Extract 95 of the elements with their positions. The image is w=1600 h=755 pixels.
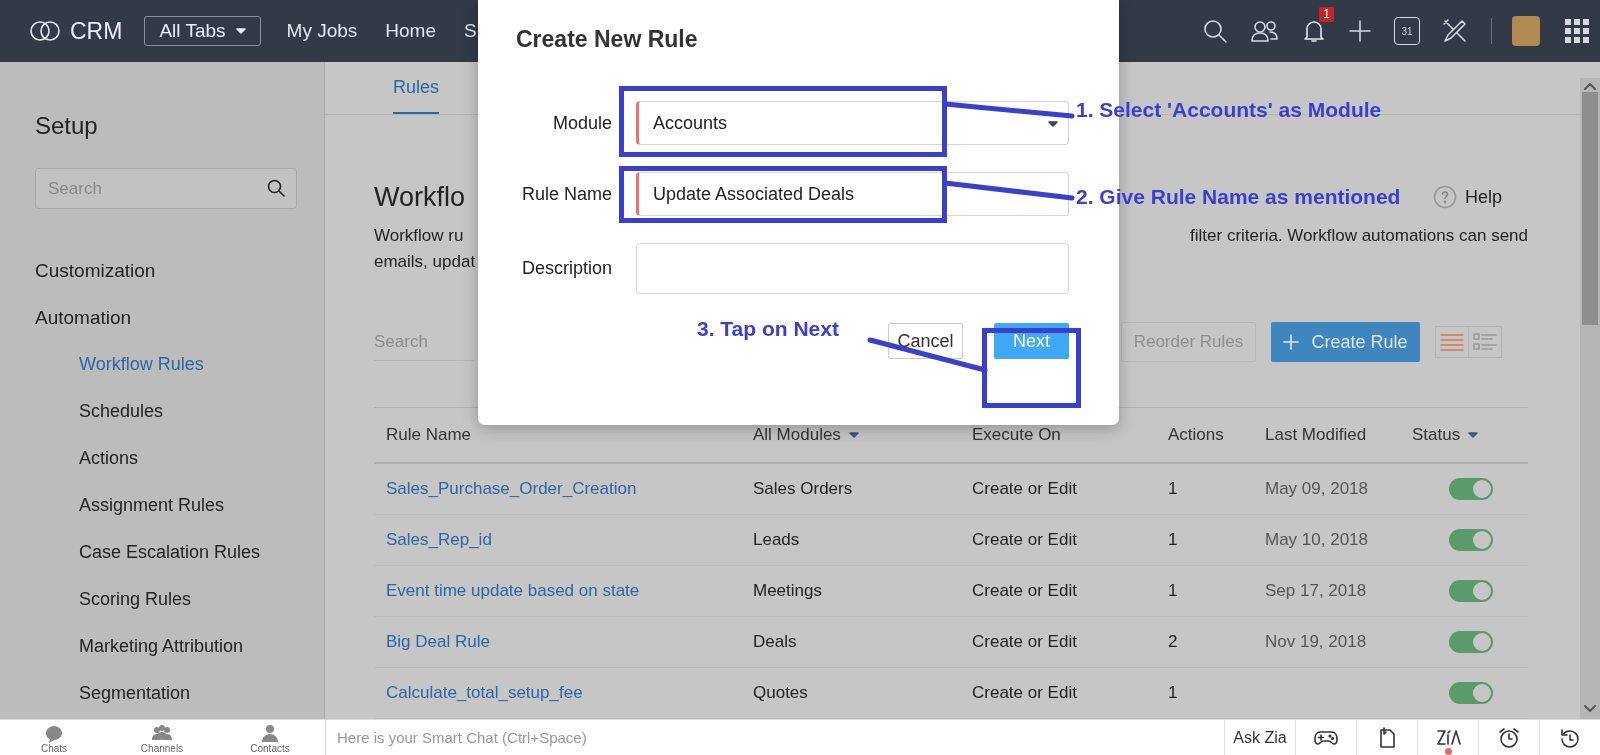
nav-link[interactable]: Home (385, 20, 436, 42)
nav-link[interactable]: S (464, 20, 477, 42)
description-text: Workflow ru (374, 225, 465, 247)
notification-badge: 1 (1319, 7, 1334, 22)
alarm-clock-icon (1496, 725, 1522, 750)
help-link[interactable]: Help (1464, 186, 1502, 208)
rule-name-link[interactable]: Sales_Purchase_Order_Creation (386, 479, 637, 499)
input-field[interactable]: Update Associated Deals (636, 172, 1069, 216)
table-cell: May 09, 2018 (1265, 479, 1368, 499)
chats-icon (43, 723, 65, 743)
table-cell: Deals (753, 632, 797, 652)
sidebar-item[interactable]: Scoring Rules (35, 576, 297, 623)
annotation-text: 2. Give Rule Name as mentioned (1076, 185, 1401, 209)
status-toggle[interactable] (1449, 631, 1493, 653)
search-icon (267, 179, 285, 197)
table-cell: May 10, 2018 (1265, 530, 1368, 550)
list-view-icon (1439, 331, 1465, 353)
chat-tab[interactable]: Chats (0, 720, 108, 755)
column-header[interactable]: Actions (1168, 425, 1224, 445)
rule-name-link[interactable]: Event time update based on state (386, 581, 640, 601)
caret-icon (848, 432, 859, 438)
app-name: CRM (70, 17, 123, 45)
caret-icon (1468, 432, 1479, 438)
annotation-text: 1. Select 'Accounts' as Module (1076, 98, 1382, 122)
module-dropdown[interactable]: Accounts (636, 101, 1069, 145)
bell-icon[interactable] (1302, 18, 1326, 44)
table-cell: 1 (1168, 581, 1178, 601)
table-cell: Create or Edit (972, 683, 1077, 703)
chat-tab[interactable]: Contacts (216, 720, 324, 755)
sidebar-item[interactable]: Actions (35, 435, 297, 482)
field-label: Rule Name (520, 183, 612, 205)
field-label: Module (551, 112, 612, 134)
sidebar-item[interactable]: Segmentation (35, 670, 297, 717)
search-field[interactable]: Search (35, 168, 297, 209)
contacts-icon (259, 723, 281, 743)
caret-icon (235, 28, 246, 34)
table-cell: 1 (1168, 530, 1178, 550)
caret-icon (1048, 121, 1058, 127)
search-field[interactable]: Search (374, 323, 474, 361)
plus-icon[interactable] (1348, 19, 1372, 43)
page-heading: Workflo (374, 181, 466, 213)
dialog-title: Create New Rule (516, 26, 699, 53)
sidebar-item[interactable]: Automation (35, 294, 297, 341)
column-header[interactable]: Last Modified (1265, 425, 1367, 445)
column-header[interactable]: All Modules (753, 425, 859, 445)
column-header[interactable]: Status (1412, 425, 1479, 445)
channels-icon (151, 723, 173, 743)
table-cell: Nov 19, 2018 (1265, 632, 1367, 652)
status-toggle[interactable] (1449, 682, 1493, 704)
chevron-up-icon (1584, 82, 1596, 90)
all-tabs-dropdown[interactable]: All Tabs (144, 16, 261, 46)
nav-link[interactable]: My Jobs (286, 20, 358, 42)
table-cell: 2 (1168, 632, 1178, 652)
logo-icon (28, 18, 62, 44)
search-icon[interactable] (1202, 18, 1228, 44)
table-cell: 1 (1168, 683, 1178, 703)
plus-icon (1283, 334, 1300, 350)
table-cell: Meetings (753, 581, 822, 601)
people-icon[interactable] (1250, 18, 1280, 44)
ask-zia-button[interactable]: Ask Zia (1224, 720, 1295, 755)
table-cell: Create or Edit (972, 581, 1077, 601)
apps-grid-icon[interactable] (1565, 19, 1589, 43)
cancel-button[interactable]: Cancel (888, 323, 963, 359)
sidebar-item[interactable]: Marketing Attribution (35, 623, 297, 670)
sidebar-item[interactable]: Case Escalation Rules (35, 529, 297, 576)
table-cell: Sales Orders (753, 479, 853, 499)
table-cell: Quotes (753, 683, 808, 703)
description-text: emails, updat (374, 251, 476, 273)
table-cell: Sep 17, 2018 (1265, 581, 1367, 601)
sidebar-title: Setup (35, 112, 99, 140)
status-toggle[interactable] (1449, 529, 1493, 551)
sidebar-item[interactable]: Schedules (35, 388, 297, 435)
scrollbar[interactable] (1580, 78, 1600, 719)
table-cell: Create or Edit (972, 530, 1077, 550)
chevron-down-icon (1584, 705, 1596, 713)
column-header[interactable]: Execute On (972, 425, 1061, 445)
status-toggle[interactable] (1449, 580, 1493, 602)
field-label: Description (520, 258, 612, 279)
table-cell: 1 (1168, 479, 1178, 499)
table-cell: Create or Edit (972, 632, 1077, 652)
table-cell: Leads (753, 530, 800, 550)
tools-icon[interactable] (1442, 18, 1468, 44)
sidebar-item[interactable]: Assignment Rules (35, 482, 297, 529)
status-toggle[interactable] (1449, 478, 1493, 500)
chat-tab[interactable]: Channels (108, 720, 216, 755)
description-field[interactable] (636, 243, 1069, 294)
description-text: filter criteria. Workflow automations can send (1190, 225, 1528, 247)
calendar-icon[interactable]: 31 (1394, 17, 1420, 45)
annotation-text: 3. Tap on Next (697, 317, 839, 341)
column-header[interactable]: Rule Name (386, 425, 472, 445)
sidebar-item[interactable]: Customization (35, 247, 297, 294)
detail-view-icon (1472, 331, 1498, 353)
table-cell: Create or Edit (972, 479, 1077, 499)
alert-dot (1445, 748, 1452, 755)
rule-name-link[interactable]: Calculate_total_setup_fee (386, 683, 583, 703)
